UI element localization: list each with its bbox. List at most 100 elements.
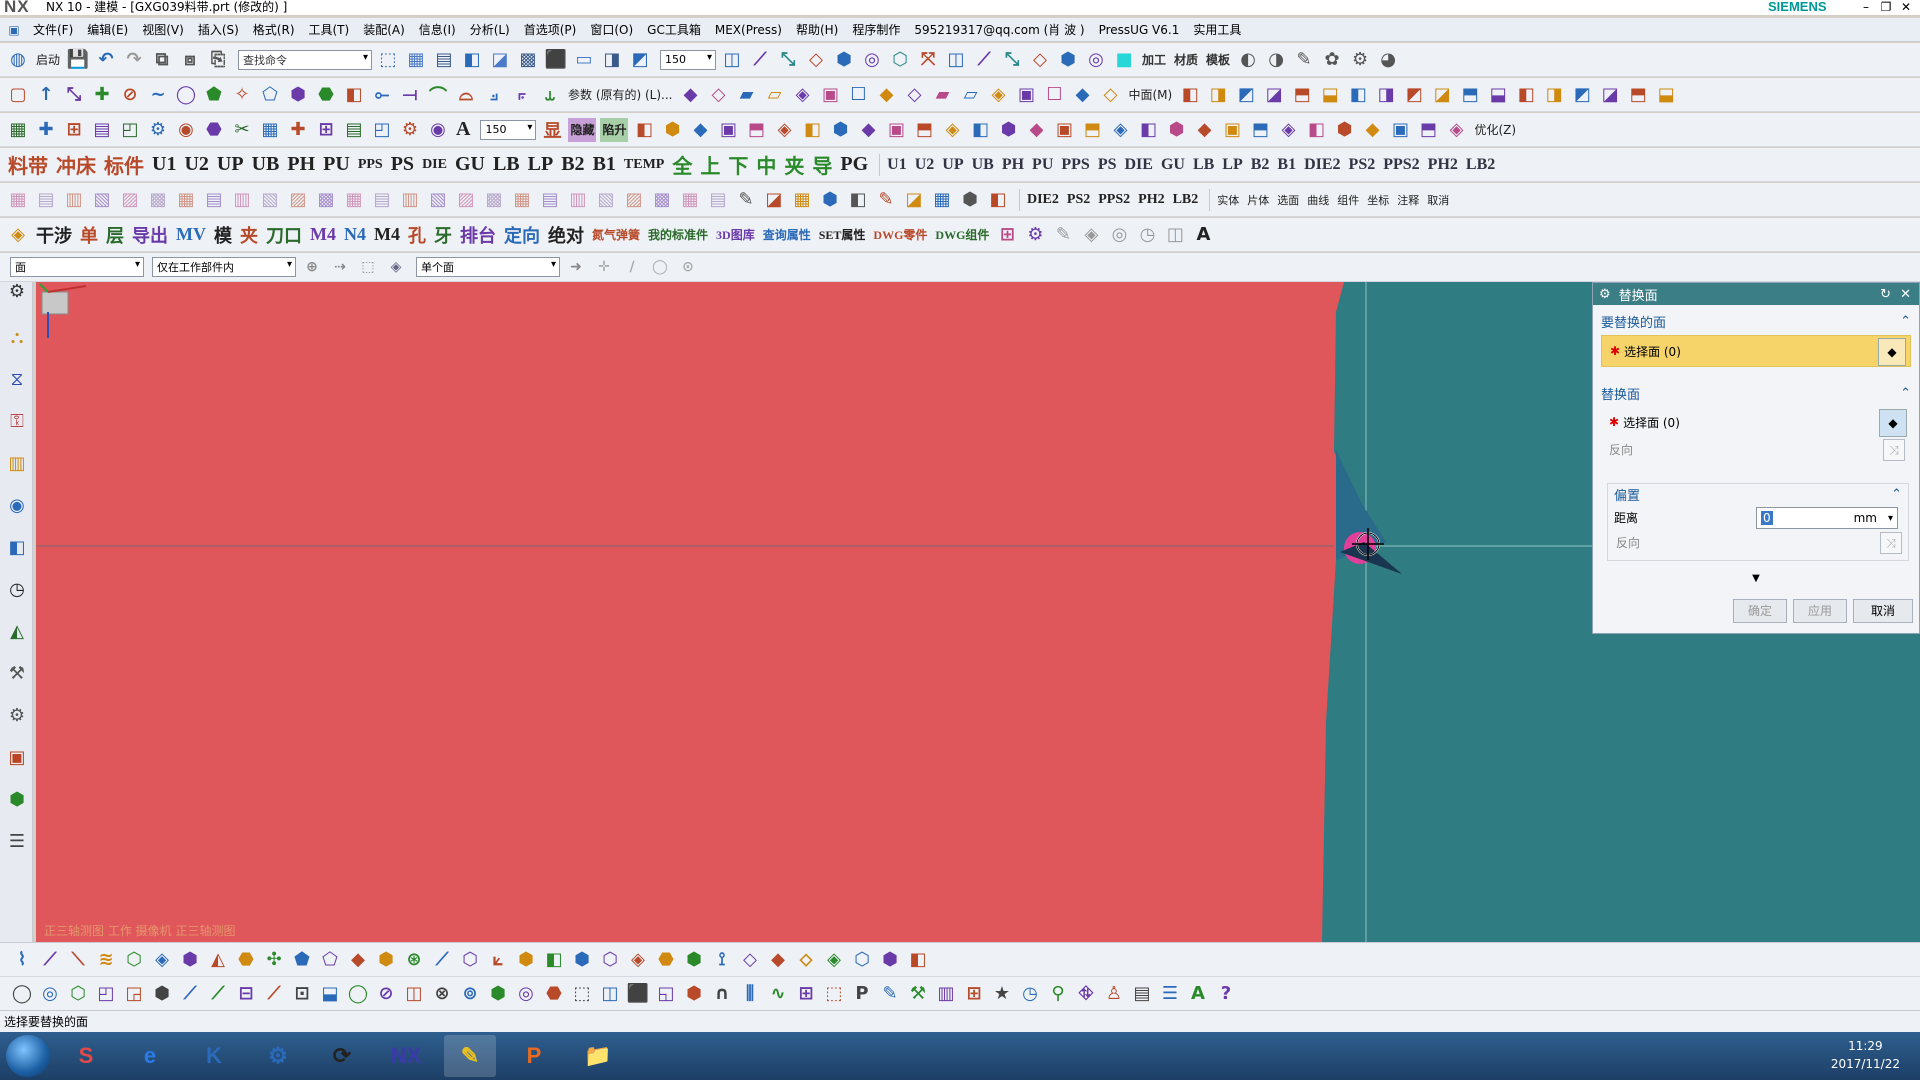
tool3-2-icon[interactable]: ⊞ [62,118,86,142]
tool3b-17-icon[interactable]: ◈ [1108,118,1132,142]
filter-icon[interactable]: ⊕ [300,255,324,279]
mold-tool-4[interactable]: MV [174,223,208,247]
undo-icon[interactable]: ↶ [94,48,118,72]
arrow-icon[interactable]: ➜ [564,255,588,279]
display-tool-6-icon[interactable]: ⬡ [888,48,912,72]
curve-tool-bottom-31-icon[interactable]: ✎ [878,982,902,1006]
apply-button[interactable]: 应用 [1793,599,1847,623]
reverse-direction-icon[interactable]: ⤨ [1883,439,1905,461]
feature-tool-11-icon[interactable]: ◈ [987,83,1011,107]
surface-tool-bottom-11-icon[interactable]: ⬠ [318,948,342,972]
surface-tool-bottom-10-icon[interactable]: ⬟ [290,948,314,972]
press-tool-right-0[interactable]: U1 [885,153,909,177]
toolbar1-label-2[interactable]: 模板 [1204,48,1232,72]
curve-tool-bottom-28-icon[interactable]: ⊞ [794,982,818,1006]
surface-tool-15-icon[interactable]: ◪ [1598,83,1622,107]
tool5-19-icon[interactable]: ▤ [538,188,562,212]
sketch-tool-7-icon[interactable]: ⬟ [202,83,226,107]
curve-tool-bottom-26-icon[interactable]: ⫼ [738,982,762,1006]
sketch-tool-6-icon[interactable]: ◯ [174,83,198,107]
surface-tool-bottom-12-icon[interactable]: ◆ [346,948,370,972]
collapse-icon-2[interactable]: ⌃ [1900,386,1911,401]
clock-icon[interactable]: ◷ [5,578,29,602]
tool3b-10-icon[interactable]: ⬒ [912,118,936,142]
surface-tool-2-icon[interactable]: ◩ [1234,83,1258,107]
mold-tool-19[interactable]: 查询属性 [761,223,813,247]
feature-tool-1-icon[interactable]: ◇ [707,83,731,107]
curve-tool-bottom-32-icon[interactable]: ⚒ [906,982,930,1006]
tool3b-28-icon[interactable]: ⬒ [1416,118,1440,142]
display-tool-13-icon[interactable]: ◎ [1084,48,1108,72]
taskbar-app-2-icon[interactable]: K [188,1035,240,1077]
press-tool-16[interactable]: B1 [591,153,618,177]
dialog-close-icon[interactable]: ✕ [1900,287,1911,302]
tool6-4-icon[interactable]: ◎ [1107,223,1131,247]
sketch-tool-11-icon[interactable]: ⬣ [314,83,338,107]
font-size-select[interactable]: 150 [480,119,537,140]
start-label[interactable]: 启动 [34,48,62,72]
diamond-icon[interactable]: ◈ [6,223,30,247]
surface-tool-bottom-4-icon[interactable]: ⬡ [122,948,146,972]
surface-tool-9-icon[interactable]: ◪ [1430,83,1454,107]
menu-item-16[interactable]: PressUG V6.1 [1092,23,1187,37]
tool3b-24-icon[interactable]: ◧ [1304,118,1328,142]
select-face-to-replace[interactable]: ✱ 选择面 (0) ◆ [1601,335,1911,367]
taskbar-app-8-icon[interactable]: 📁 [572,1035,624,1077]
press-tool-19[interactable]: 上 [698,153,722,178]
curve-tool-bottom-36-icon[interactable]: ◷ [1018,982,1042,1006]
curve-tool-bottom-29-icon[interactable]: ⬚ [822,982,846,1006]
face-select-cube-icon[interactable]: ◆ [1878,338,1906,366]
snap-icon[interactable]: ⇢ [328,255,352,279]
filter-word-1[interactable]: 片体 [1245,188,1271,212]
surface-tool-11-icon[interactable]: ⬓ [1486,83,1510,107]
surface-tool-1-icon[interactable]: ◨ [1206,83,1230,107]
tool5-17-icon[interactable]: ▩ [482,188,506,212]
sketch-tool-15-icon[interactable]: ⌒ [426,83,450,107]
press-tool-right-2[interactable]: UP [940,153,965,177]
surface-tool-4-icon[interactable]: ⬒ [1290,83,1314,107]
press-tool-right-9[interactable]: GU [1159,153,1187,177]
sketch-tool-16-icon[interactable]: ⌓ [454,83,478,107]
menu-item-15[interactable]: 595219317@qq.com (肖 波 ) [907,21,1091,38]
press-tool-right-3[interactable]: UB [970,153,996,177]
scope-select[interactable]: 仅在工作部件内 [152,257,296,277]
render-tool-4-icon[interactable]: ⚙ [1348,48,1372,72]
process-studio-icon[interactable]: ⚒ [5,662,29,686]
display-tool-3-icon[interactable]: ◇ [804,48,828,72]
surface-tool-bottom-15-icon[interactable]: ⟋ [430,948,454,972]
press-tool-right-1[interactable]: U2 [913,153,937,177]
tool5b-7-icon[interactable]: ▦ [930,188,954,212]
surface-tool-bottom-28-icon[interactable]: ⬦ [794,948,818,972]
curve-tool-bottom-21-icon[interactable]: ◫ [598,982,622,1006]
view-tool-4-icon[interactable]: ◪ [488,48,512,72]
tool5-16-icon[interactable]: ▨ [454,188,478,212]
press-tool-right-18[interactable]: LB2 [1464,153,1497,177]
hide-label[interactable]: 隐藏 [568,117,597,142]
menu-item-8[interactable]: 分析(L) [463,21,517,38]
tool3b-7-icon[interactable]: ⬢ [828,118,852,142]
curve-tool-bottom-25-icon[interactable]: ∩ [710,982,734,1006]
paste-icon[interactable]: ⎘ [206,48,230,72]
sketch-tool-12-icon[interactable]: ◧ [342,83,366,107]
view-tool-1-icon[interactable]: ▦ [404,48,428,72]
render-tool-2-icon[interactable]: ✎ [1292,48,1316,72]
tool3b-16-icon[interactable]: ⬒ [1080,118,1104,142]
tool5-11-icon[interactable]: ▩ [314,188,338,212]
menu-item-4[interactable]: 格式(R) [246,21,302,38]
surface-tool-bottom-24-icon[interactable]: ⬢ [682,948,706,972]
text-icon[interactable]: A [454,118,472,142]
mold-tool-22[interactable]: DWG组件 [933,223,991,247]
surface-tool-bottom-21-icon[interactable]: ⬡ [598,948,622,972]
menu-item-12[interactable]: MEX(Press) [708,23,789,37]
sketch-tool-9-icon[interactable]: ⬠ [258,83,282,107]
tool6-6-icon[interactable]: ◫ [1163,223,1187,247]
tool3b-2-icon[interactable]: ◆ [688,118,712,142]
taskbar-app-3-icon[interactable]: ⚙ [252,1035,304,1077]
tool3b-8-icon[interactable]: ◆ [856,118,880,142]
tool3b-13-icon[interactable]: ⬢ [996,118,1020,142]
curve-tool-bottom-6-icon[interactable]: ⟋ [178,982,202,1006]
press-tool-15[interactable]: B2 [559,153,586,177]
tool5-21-icon[interactable]: ▧ [594,188,618,212]
press-tool-12[interactable]: GU [453,153,487,177]
minimize-button[interactable]: – [1856,0,1876,14]
